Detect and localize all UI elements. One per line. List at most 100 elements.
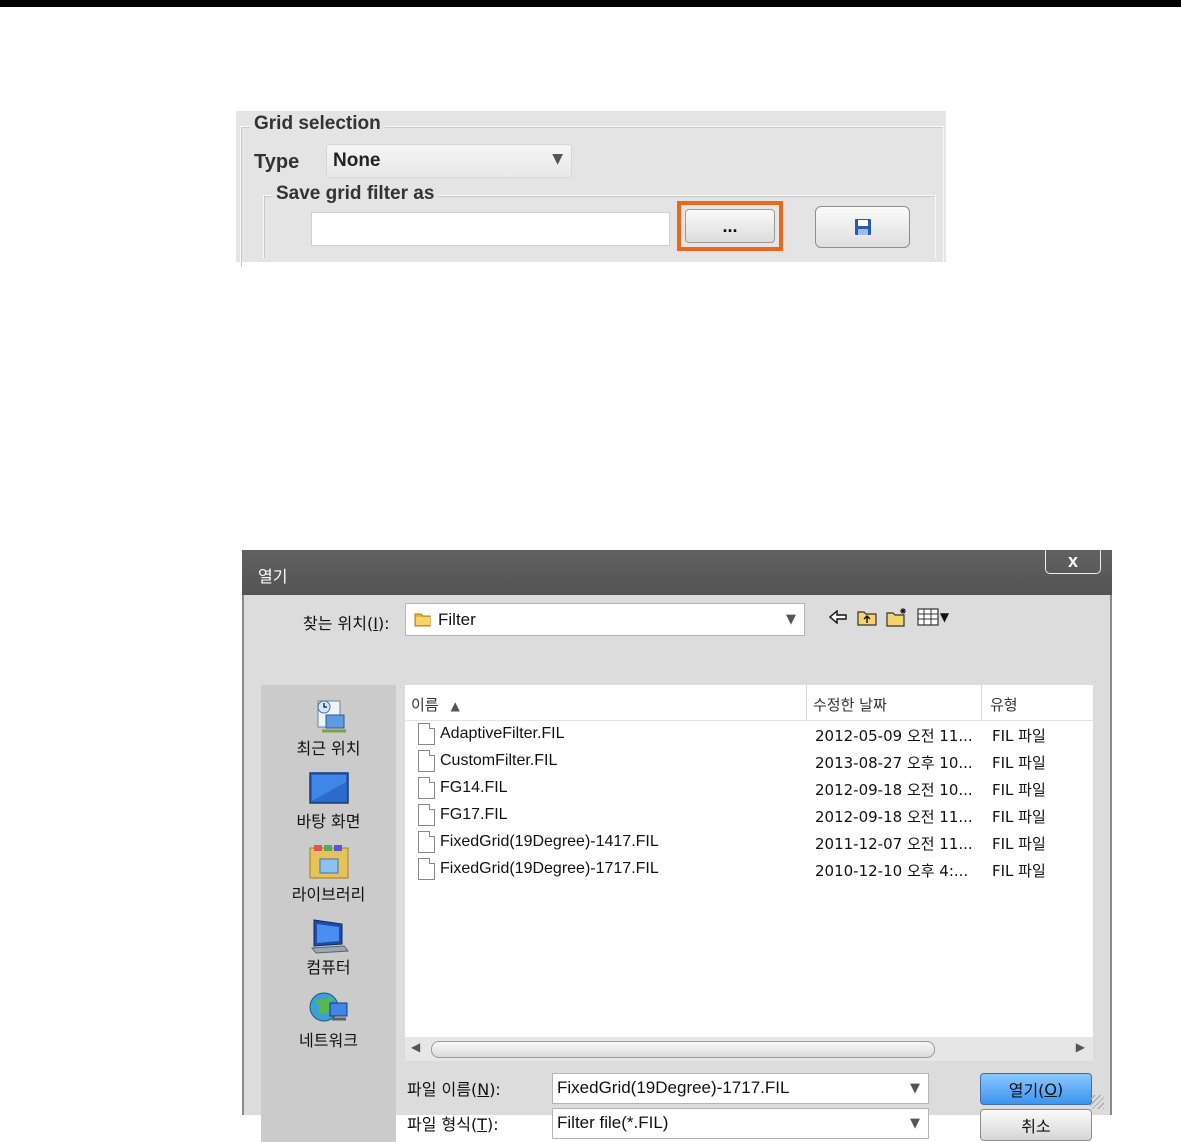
column-type-header[interactable]: 유형 [990, 694, 1018, 715]
filetype-label-key: T [477, 1115, 487, 1134]
dialog-titlebar[interactable]: 열기 x [242, 550, 1112, 595]
file-icon [418, 831, 435, 853]
place-network[interactable]: 네트워크 [261, 989, 396, 1051]
file-date: 2013-08-27 오후 10... [815, 754, 973, 772]
file-row[interactable]: CustomFilter.FIL 2013-08-27 오후 10... FIL… [405, 748, 1093, 775]
back-icon[interactable] [827, 605, 849, 629]
sort-ascending-icon: ▲ [450, 699, 460, 713]
dialog-title: 열기 [258, 567, 288, 586]
place-libraries-label: 라이브러리 [291, 885, 366, 904]
file-icon [418, 858, 435, 880]
file-type: FIL 파일 [992, 781, 1046, 799]
file-type: FIL 파일 [992, 754, 1046, 772]
folder-icon [414, 613, 431, 627]
horizontal-scrollbar[interactable]: ◀ ▶ [405, 1037, 1093, 1061]
place-computer-label: 컴퓨터 [306, 958, 351, 977]
filename-value: FixedGrid(19Degree)-1717.FIL [557, 1078, 790, 1097]
file-list: 이름 ▲ 수정한 날짜 유형 AdaptiveFilter.FIL 2012-05… [405, 685, 1093, 1061]
filename-label-suffix: ): [489, 1080, 501, 1099]
save-filter-input[interactable] [311, 212, 670, 246]
scroll-left-icon[interactable]: ◀ [411, 1040, 420, 1054]
filename-combo[interactable]: FixedGrid(19Degree)-1717.FIL ▼ [552, 1073, 929, 1104]
file-type: FIL 파일 [992, 808, 1046, 826]
up-folder-icon[interactable] [855, 605, 879, 629]
scroll-right-icon[interactable]: ▶ [1076, 1040, 1085, 1054]
open-label-suffix: ) [1057, 1079, 1064, 1099]
dialog-body: 찾는 위치(I): Filter ▼ ▼ 최근 위치 바탕 화면 라이브러리 컴… [242, 595, 1112, 1142]
lookin-label: 찾는 위치(I): [303, 610, 390, 634]
save-button[interactable] [815, 206, 910, 248]
column-date-header[interactable]: 수정한 날짜 [813, 694, 887, 715]
file-date: 2011-12-07 오전 11... [815, 835, 973, 853]
place-computer[interactable]: 컴퓨터 [261, 916, 396, 978]
file-date: 2010-12-10 오후 4:... [815, 862, 969, 880]
close-button[interactable]: x [1045, 550, 1101, 574]
file-row[interactable]: FG17.FIL 2012-09-18 오전 11... FIL 파일 [405, 802, 1093, 829]
browse-highlight: ... [677, 201, 783, 251]
new-folder-icon[interactable] [885, 605, 909, 629]
view-menu-icon[interactable]: ▼ [916, 605, 950, 629]
place-desktop-label: 바탕 화면 [296, 812, 361, 831]
filetype-label-prefix: 파일 형식( [407, 1115, 478, 1134]
file-icon [418, 804, 435, 826]
file-name: FixedGrid(19Degree)-1717.FIL [440, 860, 659, 877]
open-file-dialog: 열기 x 찾는 위치(I): Filter ▼ ▼ 최근 위치 바탕 화면 라이… [242, 550, 1112, 1142]
column-divider[interactable] [806, 685, 807, 720]
place-network-label: 네트워크 [299, 1031, 358, 1050]
places-bar: 최근 위치 바탕 화면 라이브러리 컴퓨터 네트워크 [261, 685, 396, 1142]
filename-label-key: N [477, 1080, 490, 1099]
place-recent-label: 최근 위치 [296, 739, 361, 758]
file-name: FG17.FIL [440, 806, 508, 823]
browse-button[interactable]: ... [685, 209, 775, 243]
file-type: FIL 파일 [992, 727, 1046, 745]
lookin-label-prefix: 찾는 위치( [303, 614, 374, 633]
open-button[interactable]: 열기(O) [980, 1073, 1092, 1105]
chevron-down-icon[interactable]: ▼ [910, 1081, 920, 1096]
save-filter-legend: Save grid filter as [272, 183, 439, 205]
cancel-button[interactable]: 취소 [980, 1109, 1092, 1141]
type-select[interactable]: None ▼ [327, 145, 571, 177]
lookin-label-suffix: ): [377, 614, 390, 633]
file-date: 2012-09-18 오전 10... [815, 781, 973, 799]
file-name: AdaptiveFilter.FIL [440, 725, 565, 742]
file-row[interactable]: FixedGrid(19Degree)-1417.FIL 2011-12-07 … [405, 829, 1093, 856]
network-icon [308, 989, 350, 1027]
grid-selection-panel: Grid selection Type None ▼ Save grid fil… [236, 111, 946, 267]
column-name-label: 이름 [411, 696, 439, 714]
desktop-icon [308, 770, 350, 808]
file-name: FixedGrid(19Degree)-1417.FIL [440, 833, 659, 850]
filetype-combo[interactable]: Filter file(*.FIL) ▼ [552, 1108, 929, 1139]
chevron-down-icon: ▼ [786, 612, 796, 627]
top-rule [0, 0, 1181, 7]
file-row[interactable]: FG14.FIL 2012-09-18 오전 10... FIL 파일 [405, 775, 1093, 802]
chevron-down-icon: ▼ [552, 151, 563, 167]
chevron-down-icon[interactable]: ▼ [910, 1116, 920, 1131]
place-libraries[interactable]: 라이브러리 [261, 843, 396, 905]
scrollbar-thumb[interactable] [431, 1041, 935, 1058]
column-divider[interactable] [981, 685, 982, 720]
computer-icon [308, 916, 350, 954]
grid-selection-legend: Grid selection [250, 113, 385, 135]
chevron-down-icon[interactable]: ▼ [940, 610, 949, 624]
libraries-icon [308, 843, 350, 881]
floppy-disk-icon [854, 219, 871, 235]
file-type: FIL 파일 [992, 862, 1046, 880]
lookin-combo[interactable]: Filter ▼ [405, 603, 805, 636]
file-row[interactable]: AdaptiveFilter.FIL 2012-05-09 오전 11... F… [405, 721, 1093, 748]
filetype-value: Filter file(*.FIL) [557, 1113, 669, 1132]
file-date: 2012-05-09 오전 11... [815, 727, 973, 745]
column-name-header[interactable]: 이름 ▲ [411, 694, 460, 715]
recent-places-icon [308, 697, 350, 735]
file-date: 2012-09-18 오전 11... [815, 808, 973, 826]
type-label: Type [254, 151, 300, 173]
open-label-key: O [1044, 1079, 1058, 1099]
place-desktop[interactable]: 바탕 화면 [261, 770, 396, 832]
filename-label-prefix: 파일 이름( [407, 1080, 478, 1099]
place-recent[interactable]: 최근 위치 [261, 697, 396, 759]
filetype-label-suffix: ): [487, 1115, 499, 1134]
file-name: FG14.FIL [440, 779, 508, 796]
resize-grip-icon[interactable] [1090, 1095, 1104, 1109]
file-icon [418, 723, 435, 745]
file-name: CustomFilter.FIL [440, 752, 558, 769]
file-row[interactable]: FixedGrid(19Degree)-1717.FIL 2010-12-10 … [405, 856, 1093, 883]
